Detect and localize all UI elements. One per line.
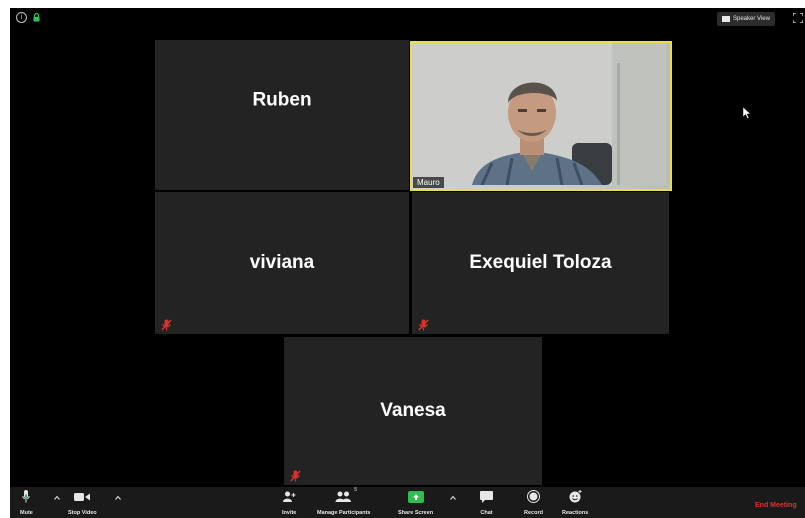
chat-button[interactable]: Chat xyxy=(480,489,493,516)
share-screen-button[interactable]: Share Screen xyxy=(398,489,433,516)
video-options-caret-icon[interactable] xyxy=(115,495,121,501)
microphone-icon xyxy=(22,490,31,503)
speaker-view-icon xyxy=(722,16,730,22)
video-tile-viviana[interactable]: viviana xyxy=(155,192,409,334)
chat-bubble-icon xyxy=(480,490,493,503)
participant-name: Vanesa xyxy=(380,400,446,421)
record-button[interactable]: Record xyxy=(524,489,543,516)
record-label: Record xyxy=(524,510,543,516)
video-tile-ruben[interactable]: Ruben xyxy=(155,40,409,190)
chat-label: Chat xyxy=(480,510,493,516)
speaker-view-button[interactable]: Speaker View xyxy=(717,12,775,26)
manage-participants-label: Manage Participants xyxy=(317,510,371,516)
participant-count: 5 xyxy=(354,487,358,493)
manage-participants-button[interactable]: 5 Manage Participants xyxy=(317,487,371,516)
mute-label: Mute xyxy=(20,510,33,516)
muted-mic-icon xyxy=(290,470,301,482)
video-tile-exequiel-toloza[interactable]: Exequiel Toloza xyxy=(412,192,669,334)
video-camera-icon xyxy=(74,492,91,501)
participant-name: viviana xyxy=(249,252,315,273)
reactions-button[interactable]: Reactions xyxy=(562,489,588,516)
video-tile-vanesa[interactable]: Vanesa xyxy=(284,337,542,485)
speaker-view-label: Speaker View xyxy=(733,16,770,22)
lock-icon[interactable] xyxy=(33,13,40,22)
share-options-caret-icon[interactable] xyxy=(450,495,456,501)
reactions-smiley-icon xyxy=(569,490,582,503)
video-tile-mauro[interactable]: Mauro xyxy=(410,41,672,191)
reactions-label: Reactions xyxy=(562,510,589,516)
participant-name: Exequiel Toloza xyxy=(469,252,612,273)
stop-video-button[interactable]: Stop Video xyxy=(68,489,97,516)
invite-button[interactable]: Invite xyxy=(282,489,296,516)
participant-name: Mauro xyxy=(413,177,444,188)
info-icon[interactable]: i xyxy=(16,12,27,23)
fullscreen-icon[interactable] xyxy=(793,13,803,23)
participants-icon xyxy=(335,491,352,502)
meeting-toolbar: Mute Stop Video Invite 5 Manage Particip… xyxy=(10,487,805,518)
zoom-meeting-window: i Speaker View Ruben Mauro viviana Exequ… xyxy=(10,8,805,518)
invite-label: Invite xyxy=(282,510,297,516)
share-screen-label: Share Screen xyxy=(398,510,434,516)
record-icon xyxy=(526,490,540,503)
muted-mic-icon xyxy=(418,319,429,331)
participant-name: Ruben xyxy=(252,89,312,111)
mute-button[interactable]: Mute xyxy=(20,489,33,516)
mouse-pointer-icon xyxy=(743,107,751,119)
stop-video-label: Stop Video xyxy=(68,510,97,516)
share-screen-icon xyxy=(407,490,424,503)
muted-mic-icon xyxy=(161,319,172,331)
webcam-video-image xyxy=(412,43,666,185)
audio-options-caret-icon[interactable] xyxy=(54,495,60,501)
top-status-area: i xyxy=(16,12,40,23)
invite-person-icon xyxy=(282,491,296,502)
end-meeting-button[interactable]: End Meeting xyxy=(755,502,797,509)
